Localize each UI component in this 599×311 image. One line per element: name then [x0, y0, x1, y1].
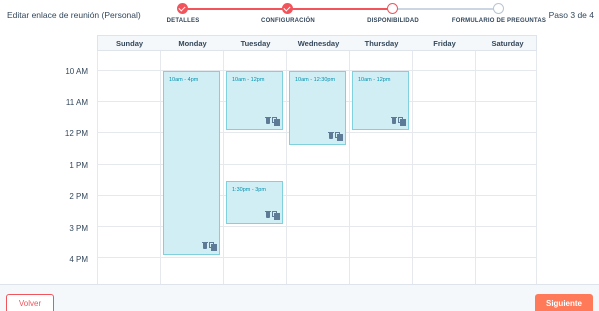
back-button[interactable]: Volver: [6, 294, 54, 311]
trash-icon[interactable]: [265, 210, 271, 218]
grid-line: [97, 51, 98, 285]
availability-block-tuesday-afternoon[interactable]: 1:30pm - 3pm: [226, 181, 283, 224]
block-actions: [265, 116, 280, 126]
trash-icon[interactable]: [328, 131, 334, 139]
progress-stepper: DETALLES CONFIGURACIÓN DISPONIBILIDAD FO…: [0, 0, 599, 34]
step-connector: [288, 8, 393, 10]
step-3-dot[interactable]: [387, 3, 398, 14]
hour-label: 10 AM: [65, 67, 88, 76]
footer-bar: Volver Siguiente: [0, 284, 599, 311]
step-1-dot[interactable]: [177, 3, 188, 14]
block-time-label: 10am - 12:30pm: [295, 77, 336, 83]
trash-icon[interactable]: [391, 116, 397, 124]
copy-icon[interactable]: [335, 132, 343, 141]
availability-block-tuesday-morning[interactable]: 10am - 12pm: [226, 71, 283, 130]
step-4-dot[interactable]: [493, 3, 504, 14]
step-2-dot[interactable]: [282, 3, 293, 14]
copy-icon[interactable]: [272, 211, 280, 220]
grid-line: [475, 51, 476, 285]
block-actions: [202, 241, 217, 251]
block-time-label: 10am - 12pm: [232, 77, 265, 83]
calendar-header: Sunday Monday Tuesday Wednesday Thursday…: [97, 35, 537, 51]
step-label-configuration[interactable]: CONFIGURACIÓN: [261, 18, 315, 24]
day-header-thursday: Thursday: [364, 39, 399, 48]
hour-label: 11 AM: [65, 98, 88, 107]
availability-calendar[interactable]: Sunday Monday Tuesday Wednesday Thursday…: [97, 35, 537, 285]
day-header-friday: Friday: [433, 39, 456, 48]
grid-line: [412, 51, 413, 285]
day-header-wednesday: Wednesday: [297, 39, 340, 48]
grid-line: [536, 51, 537, 285]
trash-icon[interactable]: [202, 241, 208, 249]
day-header-saturday: Saturday: [491, 39, 524, 48]
block-actions: [265, 210, 280, 220]
grid-line: [97, 257, 537, 258]
hour-label: 12 PM: [64, 129, 88, 138]
grid-line: [223, 51, 224, 285]
block-time-label: 10am - 4pm: [169, 77, 199, 83]
grid-line: [286, 51, 287, 285]
step-label-questions-form[interactable]: FORMULARIO DE PREGUNTAS: [452, 18, 546, 24]
day-header-monday: Monday: [178, 39, 207, 48]
step-connector: [393, 8, 499, 10]
top-bar: Editar enlace de reunión (Personal) DETA…: [0, 0, 599, 34]
next-button[interactable]: Siguiente: [535, 294, 593, 311]
grid-line: [160, 51, 161, 285]
step-label-details[interactable]: DETALLES: [167, 18, 200, 24]
availability-block-thursday[interactable]: 10am - 12pm: [352, 71, 409, 130]
availability-block-wednesday[interactable]: 10am - 12:30pm: [289, 71, 346, 145]
availability-block-monday[interactable]: 10am - 4pm: [163, 71, 220, 255]
trash-icon[interactable]: [265, 116, 271, 124]
check-icon: [283, 3, 291, 12]
step-count: Paso 3 de 4: [548, 10, 594, 20]
copy-icon[interactable]: [272, 117, 280, 126]
hour-label: 4 PM: [69, 255, 88, 264]
day-header-tuesday: Tuesday: [240, 39, 271, 48]
copy-icon[interactable]: [398, 117, 406, 126]
block-actions: [391, 116, 406, 126]
block-time-label: 10am - 12pm: [358, 77, 391, 83]
hour-label: 1 PM: [69, 161, 88, 170]
check-icon: [178, 3, 186, 12]
block-time-label: 1:30pm - 3pm: [232, 187, 266, 193]
grid-line: [349, 51, 350, 285]
hour-label: 3 PM: [69, 224, 88, 233]
copy-icon[interactable]: [209, 242, 217, 251]
day-header-sunday: Sunday: [115, 39, 144, 48]
block-actions: [328, 131, 343, 141]
hour-label: 2 PM: [69, 192, 88, 201]
step-connector: [183, 8, 288, 10]
step-label-availability[interactable]: DISPONIBILIDAD: [367, 18, 419, 24]
